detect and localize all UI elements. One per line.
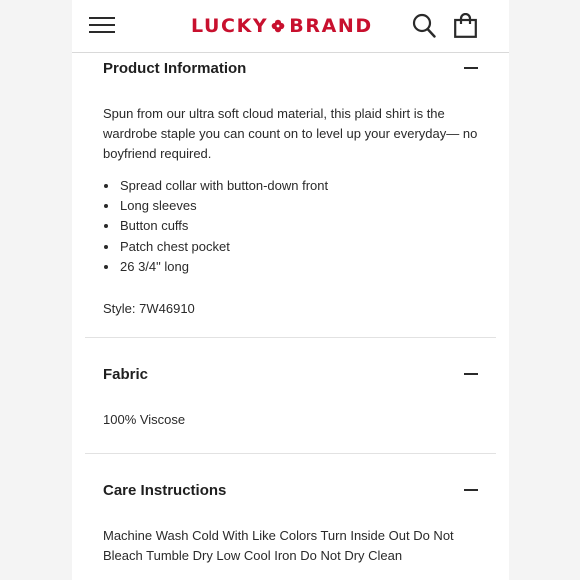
fabric-heading[interactable]: Fabric [103,366,148,383]
product-description: Spun from our ultra soft cloud material,… [103,106,478,161]
divider [85,337,496,338]
list-item: Spread collar with button-down front [103,176,328,196]
brand-logo[interactable]: LUCKY BRAND [191,14,373,38]
list-item: Long sleeves [103,196,328,216]
product-details-page: LUCKY BRAND Product Information Spun fro… [72,0,509,580]
product-information-heading[interactable]: Product Information [103,60,246,77]
brand-logo-right: BRAND [289,15,373,37]
site-header: LUCKY BRAND [72,0,509,53]
shopping-bag-icon[interactable] [454,13,477,38]
care-instructions-heading[interactable]: Care Instructions [103,482,226,499]
list-item: 26 3/4" long [103,257,328,277]
list-item: Patch chest pocket [103,237,328,257]
search-icon[interactable] [412,13,436,38]
style-number: Style: 7W46910 [103,301,195,316]
fabric-content: 100% Viscose [103,412,186,427]
collapse-icon[interactable] [464,67,478,69]
divider [85,453,496,454]
collapse-icon[interactable] [464,489,478,491]
brand-logo-left: LUCKY [191,15,269,37]
care-instructions-content: Machine Wash Cold With Like Colors Turn … [103,528,454,563]
hamburger-menu-icon[interactable] [89,17,115,34]
list-item: Button cuffs [103,216,328,236]
product-features-list: Spread collar with button-down front Lon… [103,176,328,277]
clover-icon [271,19,285,33]
collapse-icon[interactable] [464,373,478,375]
